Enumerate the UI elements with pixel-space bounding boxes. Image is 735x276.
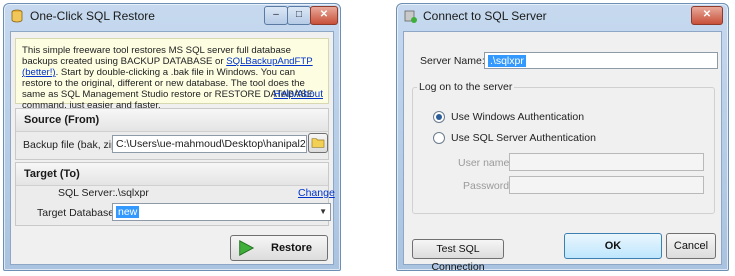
close-icon[interactable]: ✕ bbox=[310, 6, 338, 25]
server-connect-icon bbox=[404, 10, 417, 23]
target-header: Target (To) bbox=[16, 163, 328, 186]
backup-file-input[interactable]: C:\Users\ue-mahmoud\Desktop\hanipal20120… bbox=[112, 135, 307, 153]
sql-auth-label[interactable]: Use SQL Server Authentication bbox=[451, 132, 596, 144]
radio-selected-dot bbox=[436, 114, 442, 120]
folder-icon bbox=[311, 138, 325, 148]
password-input bbox=[509, 176, 704, 194]
restore-button[interactable]: Restore bbox=[230, 235, 328, 261]
connect-titlebar[interactable]: Connect to SQL Server ✕ bbox=[397, 4, 728, 28]
help-about-link[interactable]: Help/About bbox=[274, 89, 323, 100]
target-database-label: Target Database: bbox=[37, 207, 117, 219]
database-icon bbox=[11, 9, 23, 23]
windows-auth-radio[interactable] bbox=[433, 111, 445, 123]
sql-auth-radio[interactable] bbox=[433, 132, 445, 144]
info-description: This simple freeware tool restores MS SQ… bbox=[22, 45, 314, 111]
target-database-select[interactable]: new ▼ bbox=[112, 203, 331, 221]
restore-window-title: One-Click SQL Restore bbox=[30, 9, 155, 23]
change-server-link[interactable]: Change bbox=[298, 187, 335, 199]
maximize-button[interactable]: □ bbox=[287, 6, 311, 25]
server-name-value: .\sqlxpr bbox=[488, 55, 526, 67]
username-label: User name: bbox=[458, 157, 513, 169]
info-box: This simple freeware tool restores MS SQ… bbox=[15, 38, 329, 111]
source-section: Source (From) Backup file (bak, zip): C:… bbox=[15, 108, 329, 160]
logon-group: Log on to the server Use Windows Authent… bbox=[412, 81, 715, 214]
backup-file-label: Backup file (bak, zip): bbox=[23, 139, 124, 151]
connect-client-area: Server Name: .\sqlxpr Log on to the serv… bbox=[403, 31, 722, 273]
connect-dialog: Connect to SQL Server ✕ Server Name: .\s… bbox=[396, 3, 729, 273]
server-name-input[interactable]: .\sqlxpr bbox=[484, 52, 718, 69]
close-icon[interactable]: ✕ bbox=[691, 6, 723, 25]
server-name-label: Server Name: bbox=[420, 55, 485, 67]
minimize-button[interactable]: – bbox=[264, 6, 288, 25]
restore-titlebar[interactable]: One-Click SQL Restore – □ ✕ bbox=[4, 4, 340, 28]
username-input bbox=[509, 153, 704, 171]
ok-button[interactable]: OK bbox=[564, 233, 662, 259]
target-database-value: new bbox=[116, 206, 140, 218]
password-label: Password: bbox=[463, 180, 513, 192]
info-text-part2: . Start by double-clicking a .bak file i… bbox=[22, 67, 314, 111]
restore-button-label: Restore bbox=[271, 242, 312, 254]
test-sql-connection-button[interactable]: Test SQL Connection bbox=[412, 239, 504, 273]
play-icon bbox=[239, 240, 255, 256]
cancel-button[interactable]: Cancel bbox=[666, 233, 716, 259]
chevron-down-icon[interactable]: ▼ bbox=[319, 204, 327, 220]
source-header: Source (From) bbox=[16, 109, 328, 132]
browse-folder-button[interactable] bbox=[308, 133, 328, 153]
sql-server-value: .\sqlxpr bbox=[115, 187, 149, 199]
logon-label: Log on to the server bbox=[417, 81, 515, 93]
restore-window: One-Click SQL Restore – □ ✕ This simple … bbox=[3, 3, 341, 271]
windows-auth-label[interactable]: Use Windows Authentication bbox=[451, 111, 584, 123]
connect-dialog-title: Connect to SQL Server bbox=[423, 9, 547, 23]
sql-server-label: SQL Server: bbox=[58, 187, 116, 199]
target-section: Target (To) SQL Server: .\sqlxpr Change … bbox=[15, 162, 335, 226]
restore-client-area: This simple freeware tool restores MS SQ… bbox=[10, 31, 335, 265]
